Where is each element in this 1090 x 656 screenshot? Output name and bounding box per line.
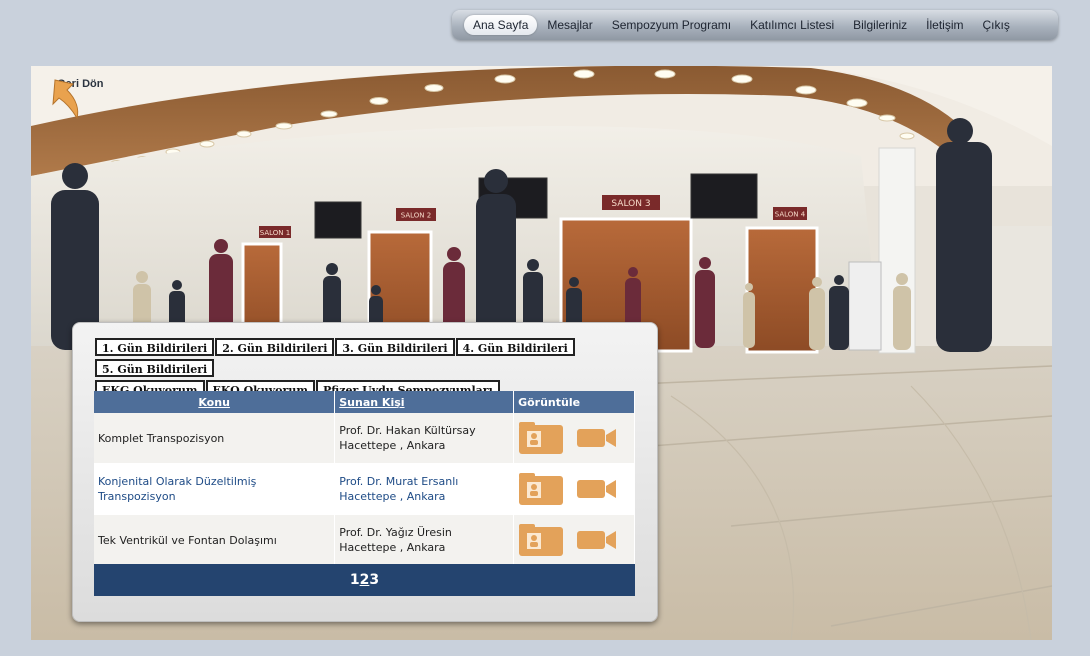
tab-day-2[interactable]: 2. Gün Bildirileri	[215, 338, 335, 356]
back-arrow-icon	[52, 79, 79, 120]
nav-iletisim[interactable]: İletişim	[917, 15, 972, 35]
salon-sign-4[interactable]: SALON 4	[775, 211, 806, 219]
row-topic: Komplet Transpozisyon	[94, 413, 336, 464]
row-topic: Konjenital Olarak Düzeltilmiş Transpozis…	[94, 463, 336, 515]
nav-bilgileriniz[interactable]: Bilgileriniz	[844, 15, 916, 35]
row-view-cell	[513, 514, 635, 566]
table-row: Tek Ventrikül ve Fontan Dolaşımı Prof. D…	[94, 514, 635, 566]
tab-day-5[interactable]: 5. Gün Bildirileri	[95, 359, 215, 377]
salon-sign-1[interactable]: SALON 1	[260, 229, 290, 237]
row-presenter-cell: Prof. Dr. Murat Ersanlı Hacettepe , Ankar…	[334, 463, 515, 515]
row-view-cell	[513, 413, 635, 464]
top-navigation: Ana Sayfa Mesajlar Sempozyum Programı Ka…	[452, 10, 1058, 40]
program-panel: 1. Gün Bildirileri 2. Gün Bildirileri 3. G…	[72, 322, 658, 622]
document-person-icon[interactable]	[518, 523, 564, 557]
salon-sign-3[interactable]: SALON 3	[611, 199, 650, 209]
tab-day-4[interactable]: 4. Gün Bildirileri	[455, 338, 575, 356]
back-button[interactable]: Geri Dön	[49, 78, 103, 120]
row-place: Hacettepe , Ankara	[339, 541, 446, 554]
table-row: Komplet Transpozisyon Prof. Dr. Hakan Kü…	[94, 413, 635, 464]
column-header-topic[interactable]: Konu	[94, 391, 336, 413]
row-place: Hacettepe , Ankara	[339, 439, 446, 452]
row-topic: Tek Ventrikül ve Fontan Dolaşımı	[94, 514, 336, 566]
video-camera-icon[interactable]	[576, 478, 618, 500]
page-link-2[interactable]: 2	[360, 572, 370, 588]
row-presenter: Prof. Dr. Murat Ersanlı	[339, 475, 459, 488]
column-header-view: Görüntüle	[513, 391, 635, 413]
pagination: 123	[94, 564, 635, 596]
row-presenter-cell: Prof. Dr. Yağız Üresin Hacettepe , Ankara	[334, 514, 515, 566]
salon-sign-2[interactable]: SALON 2	[401, 212, 431, 220]
column-header-presenter[interactable]: Sunan Kişi	[334, 391, 515, 413]
presentations-table: Konu Sunan Kişi Görüntüle Komplet Transp…	[94, 391, 635, 566]
tab-day-1[interactable]: 1. Gün Bildirileri	[95, 338, 215, 356]
page-link-3[interactable]: 3	[369, 572, 379, 588]
tab-day-3[interactable]: 3. Gün Bildirileri	[335, 338, 455, 356]
nav-ana-sayfa[interactable]: Ana Sayfa	[464, 15, 538, 35]
nav-sempozyum-programi[interactable]: Sempozyum Programı	[603, 15, 740, 35]
row-place: Hacettepe , Ankara	[339, 490, 446, 503]
table-row: Konjenital Olarak Düzeltilmiş Transpozis…	[94, 463, 635, 515]
video-camera-icon[interactable]	[576, 529, 618, 551]
row-presenter: Prof. Dr. Hakan Kültürsay	[339, 424, 476, 437]
row-view-cell	[513, 463, 635, 515]
row-presenter-cell: Prof. Dr. Hakan Kültürsay Hacettepe , Ank…	[334, 413, 515, 464]
video-camera-icon[interactable]	[576, 427, 618, 449]
document-person-icon[interactable]	[518, 421, 564, 455]
nav-katilimci-listesi[interactable]: Katılımcı Listesi	[741, 15, 843, 35]
nav-cikis[interactable]: Çıkış	[974, 15, 1019, 35]
nav-mesajlar[interactable]: Mesajlar	[538, 15, 601, 35]
row-presenter: Prof. Dr. Yağız Üresin	[339, 526, 452, 539]
table-header-row: Konu Sunan Kişi Görüntüle	[94, 391, 635, 413]
page-link-1[interactable]: 1	[350, 572, 360, 588]
document-person-icon[interactable]	[518, 472, 564, 506]
